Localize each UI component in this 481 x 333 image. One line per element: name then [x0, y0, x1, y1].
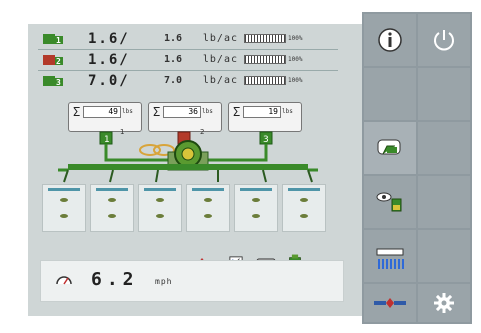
- tank-3-badge: 3: [259, 131, 273, 145]
- section-map-button[interactable]: [364, 230, 416, 282]
- section-6[interactable]: [282, 184, 326, 232]
- product-2-level-bar: [244, 55, 286, 64]
- view-monitor-button[interactable]: [364, 176, 416, 228]
- info-icon: [378, 28, 402, 52]
- product-1-rate: 1.6/: [88, 30, 130, 47]
- section-1[interactable]: [42, 184, 86, 232]
- speed-value: 6.2: [91, 269, 139, 290]
- tank-3-unit: lbs: [282, 108, 293, 115]
- side-button-panel: [362, 12, 472, 324]
- blank-softkey[interactable]: [364, 68, 416, 120]
- rate-control-icon: [377, 139, 401, 155]
- product-row-1[interactable]: 1 1.6/ 1.6 lb/ac 100%: [42, 30, 342, 47]
- product-2-target: 1.6: [163, 54, 182, 65]
- product-1-level-bar: [244, 34, 286, 43]
- power-button[interactable]: [418, 14, 470, 66]
- divider: [38, 70, 338, 71]
- tank-1-sigma: Σ: [73, 105, 81, 119]
- tank-2-label: 2: [200, 128, 204, 136]
- tank-labels: 1 2: [120, 128, 204, 136]
- product-1-level-label: 100%: [288, 35, 303, 42]
- product-3-num: 3: [56, 78, 61, 87]
- section-5[interactable]: [234, 184, 278, 232]
- tank-2-sigma: Σ: [153, 105, 161, 119]
- settings-gear-icon: [434, 293, 454, 313]
- product-2-unit: lb/ac: [202, 54, 238, 65]
- section-3[interactable]: [138, 184, 182, 232]
- product-row-2[interactable]: 2 1.6/ 1.6 lb/ac 100%: [42, 51, 342, 68]
- section-map-icon: [376, 248, 404, 269]
- product-1-target: 1.6: [163, 33, 182, 44]
- tank-1-value: 49: [83, 106, 121, 118]
- rate-control-button[interactable]: [364, 122, 416, 174]
- product-1-unit: lb/ac: [202, 33, 238, 44]
- info-button[interactable]: [364, 14, 416, 66]
- tank-2-value: 36: [163, 106, 201, 118]
- display-frame: 1 1.6/ 1.6 lb/ac 100% 2 1.6/ 1.6 lb/ac 1…: [0, 0, 481, 333]
- tank-2-unit: lbs: [202, 108, 213, 115]
- product-2-icon: 2: [43, 54, 63, 66]
- product-3-icon: 3: [43, 75, 63, 87]
- tank-3-sigma: Σ: [233, 105, 241, 119]
- tank-1-badge-num: 1: [104, 135, 110, 145]
- toolbar-bar: [68, 164, 308, 170]
- blank-softkey[interactable]: [418, 122, 470, 174]
- product-3-rate: 7.0/: [88, 72, 130, 89]
- view-monitor-icon: [376, 192, 402, 212]
- product-2-rate: 1.6/: [88, 51, 130, 68]
- product-1-icon: 1: [43, 33, 63, 45]
- main-panel: 1 1.6/ 1.6 lb/ac 100% 2 1.6/ 1.6 lb/ac 1…: [28, 24, 362, 316]
- product-3-level-bar: [244, 76, 286, 85]
- power-icon: [434, 30, 454, 51]
- speed-display: 6.2 mph: [40, 260, 344, 302]
- product-3-level-label: 100%: [288, 77, 303, 84]
- tank-1-label: 1: [120, 128, 124, 136]
- implement-diagram: 1 3 1 2: [58, 128, 318, 183]
- section-4[interactable]: [186, 184, 230, 232]
- tank-1-badge: 1: [99, 131, 113, 145]
- divider: [38, 49, 338, 50]
- tank-3-value: 19: [243, 106, 281, 118]
- blank-softkey[interactable]: [418, 230, 470, 282]
- speedometer-icon: [56, 276, 72, 285]
- product-3-unit: lb/ac: [202, 75, 238, 86]
- tank-3-badge-num: 3: [263, 135, 269, 145]
- product-2-num: 2: [56, 57, 61, 66]
- product-row-3[interactable]: 3 7.0/ 7.0 lb/ac 100%: [42, 72, 342, 89]
- product-2-level-label: 100%: [288, 56, 303, 63]
- blank-softkey[interactable]: [418, 176, 470, 228]
- diagnostic-hose-button[interactable]: [364, 284, 416, 322]
- tank-1-unit: lbs: [122, 108, 133, 115]
- product-1-num: 1: [56, 36, 61, 45]
- diagnostic-hose-icon: [374, 298, 406, 308]
- speed-unit: mph: [155, 277, 173, 286]
- settings-button[interactable]: [418, 284, 470, 322]
- section-2[interactable]: [90, 184, 134, 232]
- blank-softkey[interactable]: [418, 68, 470, 120]
- product-3-target: 7.0: [163, 75, 182, 86]
